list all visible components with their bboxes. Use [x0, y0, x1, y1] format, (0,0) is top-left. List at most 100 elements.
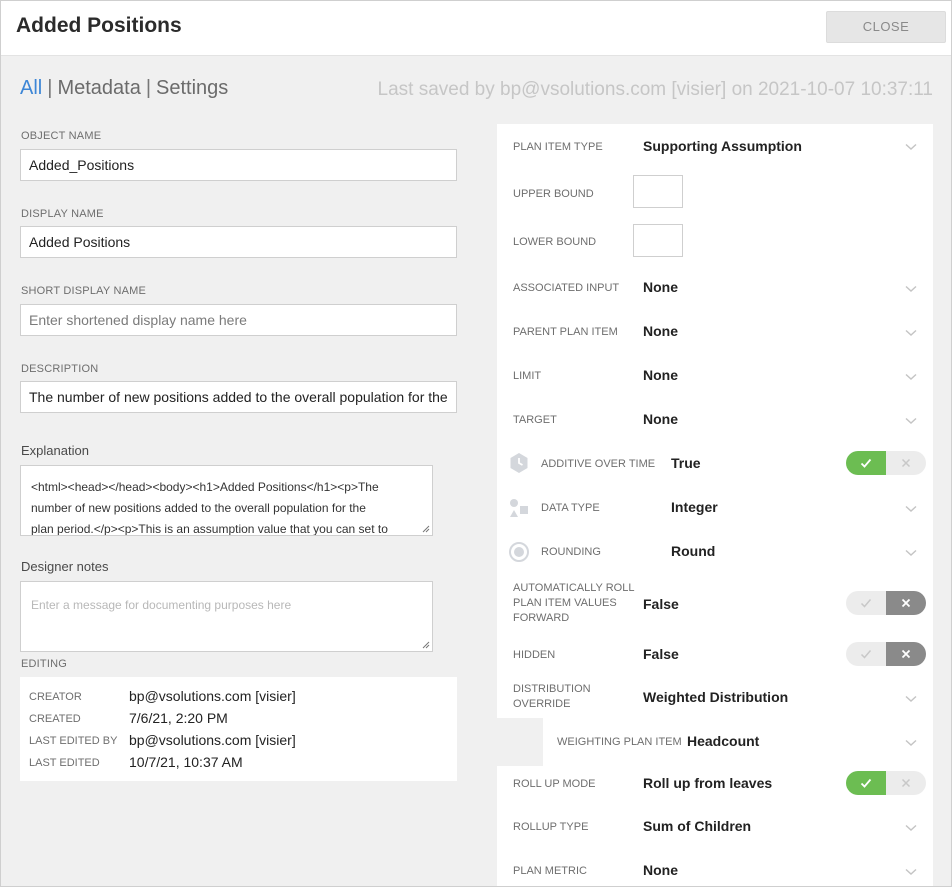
- data-type-row[interactable]: DATA TYPE Integer: [497, 486, 933, 530]
- designer-notes-label: Designer notes: [21, 559, 109, 574]
- additive-over-time-label: ADDITIVE OVER TIME: [541, 458, 656, 470]
- auto-roll-value: False: [643, 596, 679, 612]
- hidden-toggle[interactable]: [846, 642, 926, 666]
- parent-plan-item-row[interactable]: PARENT PLAN ITEM None: [497, 310, 933, 354]
- editing-row-value: bp@vsolutions.com [visier]: [129, 688, 296, 704]
- roll-up-mode-row: ROLL UP MODE Roll up from leaves: [497, 762, 933, 806]
- target-value: None: [643, 411, 678, 427]
- designer-notes-textarea[interactable]: Enter a message for documenting purposes…: [20, 581, 433, 652]
- description-label: DESCRIPTION: [21, 363, 99, 375]
- hidden-value: False: [643, 646, 679, 662]
- designer-notes-placeholder: Enter a message for documenting purposes…: [31, 598, 292, 612]
- plan-item-type-label: PLAN ITEM TYPE: [513, 141, 603, 153]
- weighting-plan-item-row[interactable]: WEIGHTING PLAN ITEM Headcount: [497, 720, 933, 764]
- short-display-name-label: SHORT DISPLAY NAME: [21, 285, 147, 297]
- rollup-type-value: Sum of Children: [643, 818, 752, 834]
- chevron-down-icon[interactable]: [905, 329, 917, 337]
- dialog-header: Added Positions CLOSE: [1, 1, 951, 56]
- toggle-on-segment[interactable]: [846, 451, 886, 475]
- explanation-line: <html><head></head><body><h1>Added Posit…: [31, 480, 379, 494]
- upper-bound-input[interactable]: [633, 175, 683, 208]
- close-button[interactable]: CLOSE: [826, 11, 946, 43]
- rollup-type-row[interactable]: ROLLUP TYPE Sum of Children: [497, 804, 933, 848]
- lower-bound-input[interactable]: [633, 224, 683, 257]
- editing-row-value: 10/7/21, 10:37 AM: [129, 754, 243, 770]
- additive-over-time-toggle[interactable]: [846, 451, 926, 475]
- explanation-label: Explanation: [21, 443, 89, 458]
- editing-row: CREATED 7/6/21, 2:20 PM: [20, 708, 457, 730]
- parent-plan-item-value: None: [643, 323, 678, 339]
- plan-item-type-row[interactable]: PLAN ITEM TYPE Supporting Assumption: [497, 124, 933, 168]
- description-input[interactable]: The number of new positions added to the…: [20, 381, 457, 413]
- toggle-off-segment[interactable]: [886, 451, 926, 475]
- close-icon: [901, 598, 911, 608]
- toggle-off-segment[interactable]: [886, 591, 926, 615]
- section-tabs: All | Metadata | Settings: [20, 77, 228, 100]
- rounding-label: ROUNDING: [541, 546, 601, 558]
- editing-row: CREATOR bp@vsolutions.com [visier]: [20, 686, 457, 708]
- tab-metadata[interactable]: Metadata: [57, 77, 140, 99]
- chevron-down-icon[interactable]: [905, 373, 917, 381]
- display-name-input[interactable]: Added Positions: [20, 226, 457, 258]
- chevron-down-icon[interactable]: [905, 695, 917, 703]
- toggle-on-segment[interactable]: [846, 591, 886, 615]
- roll-up-mode-toggle[interactable]: [846, 771, 926, 795]
- editing-row-label: CREATOR: [29, 691, 82, 703]
- chevron-down-icon[interactable]: [905, 824, 917, 832]
- editing-info: CREATOR bp@vsolutions.com [visier] CREAT…: [20, 677, 457, 781]
- editing-row: LAST EDITED BY bp@vsolutions.com [visier…: [20, 730, 457, 752]
- dialog-title: Added Positions: [16, 14, 182, 37]
- limit-row[interactable]: LIMIT None: [497, 354, 933, 398]
- parent-plan-item-label: PARENT PLAN ITEM: [513, 326, 618, 338]
- distribution-override-row[interactable]: DISTRIBUTION OVERRIDE Weighted Distribut…: [497, 676, 933, 718]
- editing-label: EDITING: [21, 658, 68, 670]
- editing-row-label: LAST EDITED BY: [29, 735, 118, 747]
- shapes-icon: [510, 499, 528, 517]
- tab-settings[interactable]: Settings: [156, 77, 228, 99]
- close-icon: [901, 778, 911, 788]
- check-icon: [860, 778, 872, 788]
- distribution-override-label: DISTRIBUTION OVERRIDE: [513, 682, 591, 712]
- object-name-input[interactable]: Added_Positions: [20, 149, 457, 181]
- resize-handle-icon[interactable]: [422, 525, 430, 533]
- check-icon: [860, 458, 872, 468]
- tab-separator: |: [47, 77, 53, 99]
- plan-metric-row[interactable]: PLAN METRIC None: [497, 848, 933, 886]
- toggle-on-segment[interactable]: [846, 642, 886, 666]
- auto-roll-toggle[interactable]: [846, 591, 926, 615]
- target-row[interactable]: TARGET None: [497, 398, 933, 442]
- auto-roll-row: AUTOMATICALLY ROLL PLAN ITEM VALUES FORW…: [497, 574, 933, 632]
- rounding-row[interactable]: ROUNDING Round: [497, 530, 933, 574]
- auto-roll-label-line: AUTOMATICALLY ROLL: [513, 582, 635, 594]
- hidden-row: HIDDEN False: [497, 632, 933, 676]
- chevron-down-icon[interactable]: [905, 549, 917, 557]
- distribution-override-value: Weighted Distribution: [643, 689, 789, 705]
- limit-value: None: [643, 367, 678, 383]
- rounding-icon: [509, 542, 529, 562]
- chevron-down-icon[interactable]: [905, 143, 917, 151]
- editing-row: LAST EDITED 10/7/21, 10:37 AM: [20, 752, 457, 774]
- explanation-line: number of new positions added to the ove…: [31, 501, 366, 515]
- resize-handle-icon[interactable]: [422, 641, 430, 649]
- additive-over-time-value: True: [671, 455, 701, 471]
- close-icon: [901, 458, 911, 468]
- roll-up-mode-value: Roll up from leaves: [643, 775, 773, 791]
- toggle-off-segment[interactable]: [886, 771, 926, 795]
- explanation-textarea[interactable]: <html><head></head><body><h1>Added Posit…: [20, 465, 433, 536]
- auto-roll-label-line: FORWARD: [513, 612, 570, 624]
- last-saved-text: Last saved by bp@vsolutions.com [visier]…: [377, 79, 933, 100]
- chevron-down-icon[interactable]: [905, 868, 917, 876]
- chevron-down-icon[interactable]: [905, 505, 917, 513]
- toggle-off-segment[interactable]: [886, 642, 926, 666]
- chevron-down-icon[interactable]: [905, 739, 917, 747]
- close-icon: [901, 649, 911, 659]
- chevron-down-icon[interactable]: [905, 285, 917, 293]
- weighting-plan-item-label: WEIGHTING PLAN ITEM: [557, 736, 682, 748]
- tab-all[interactable]: All: [20, 77, 42, 99]
- short-display-name-input[interactable]: Enter shortened display name here: [20, 304, 457, 336]
- associated-input-row[interactable]: ASSOCIATED INPUT None: [497, 266, 933, 310]
- toggle-on-segment[interactable]: [846, 771, 886, 795]
- plan-item-type-value: Supporting Assumption: [643, 138, 802, 154]
- upper-bound-row: UPPER BOUND: [497, 170, 933, 214]
- chevron-down-icon[interactable]: [905, 417, 917, 425]
